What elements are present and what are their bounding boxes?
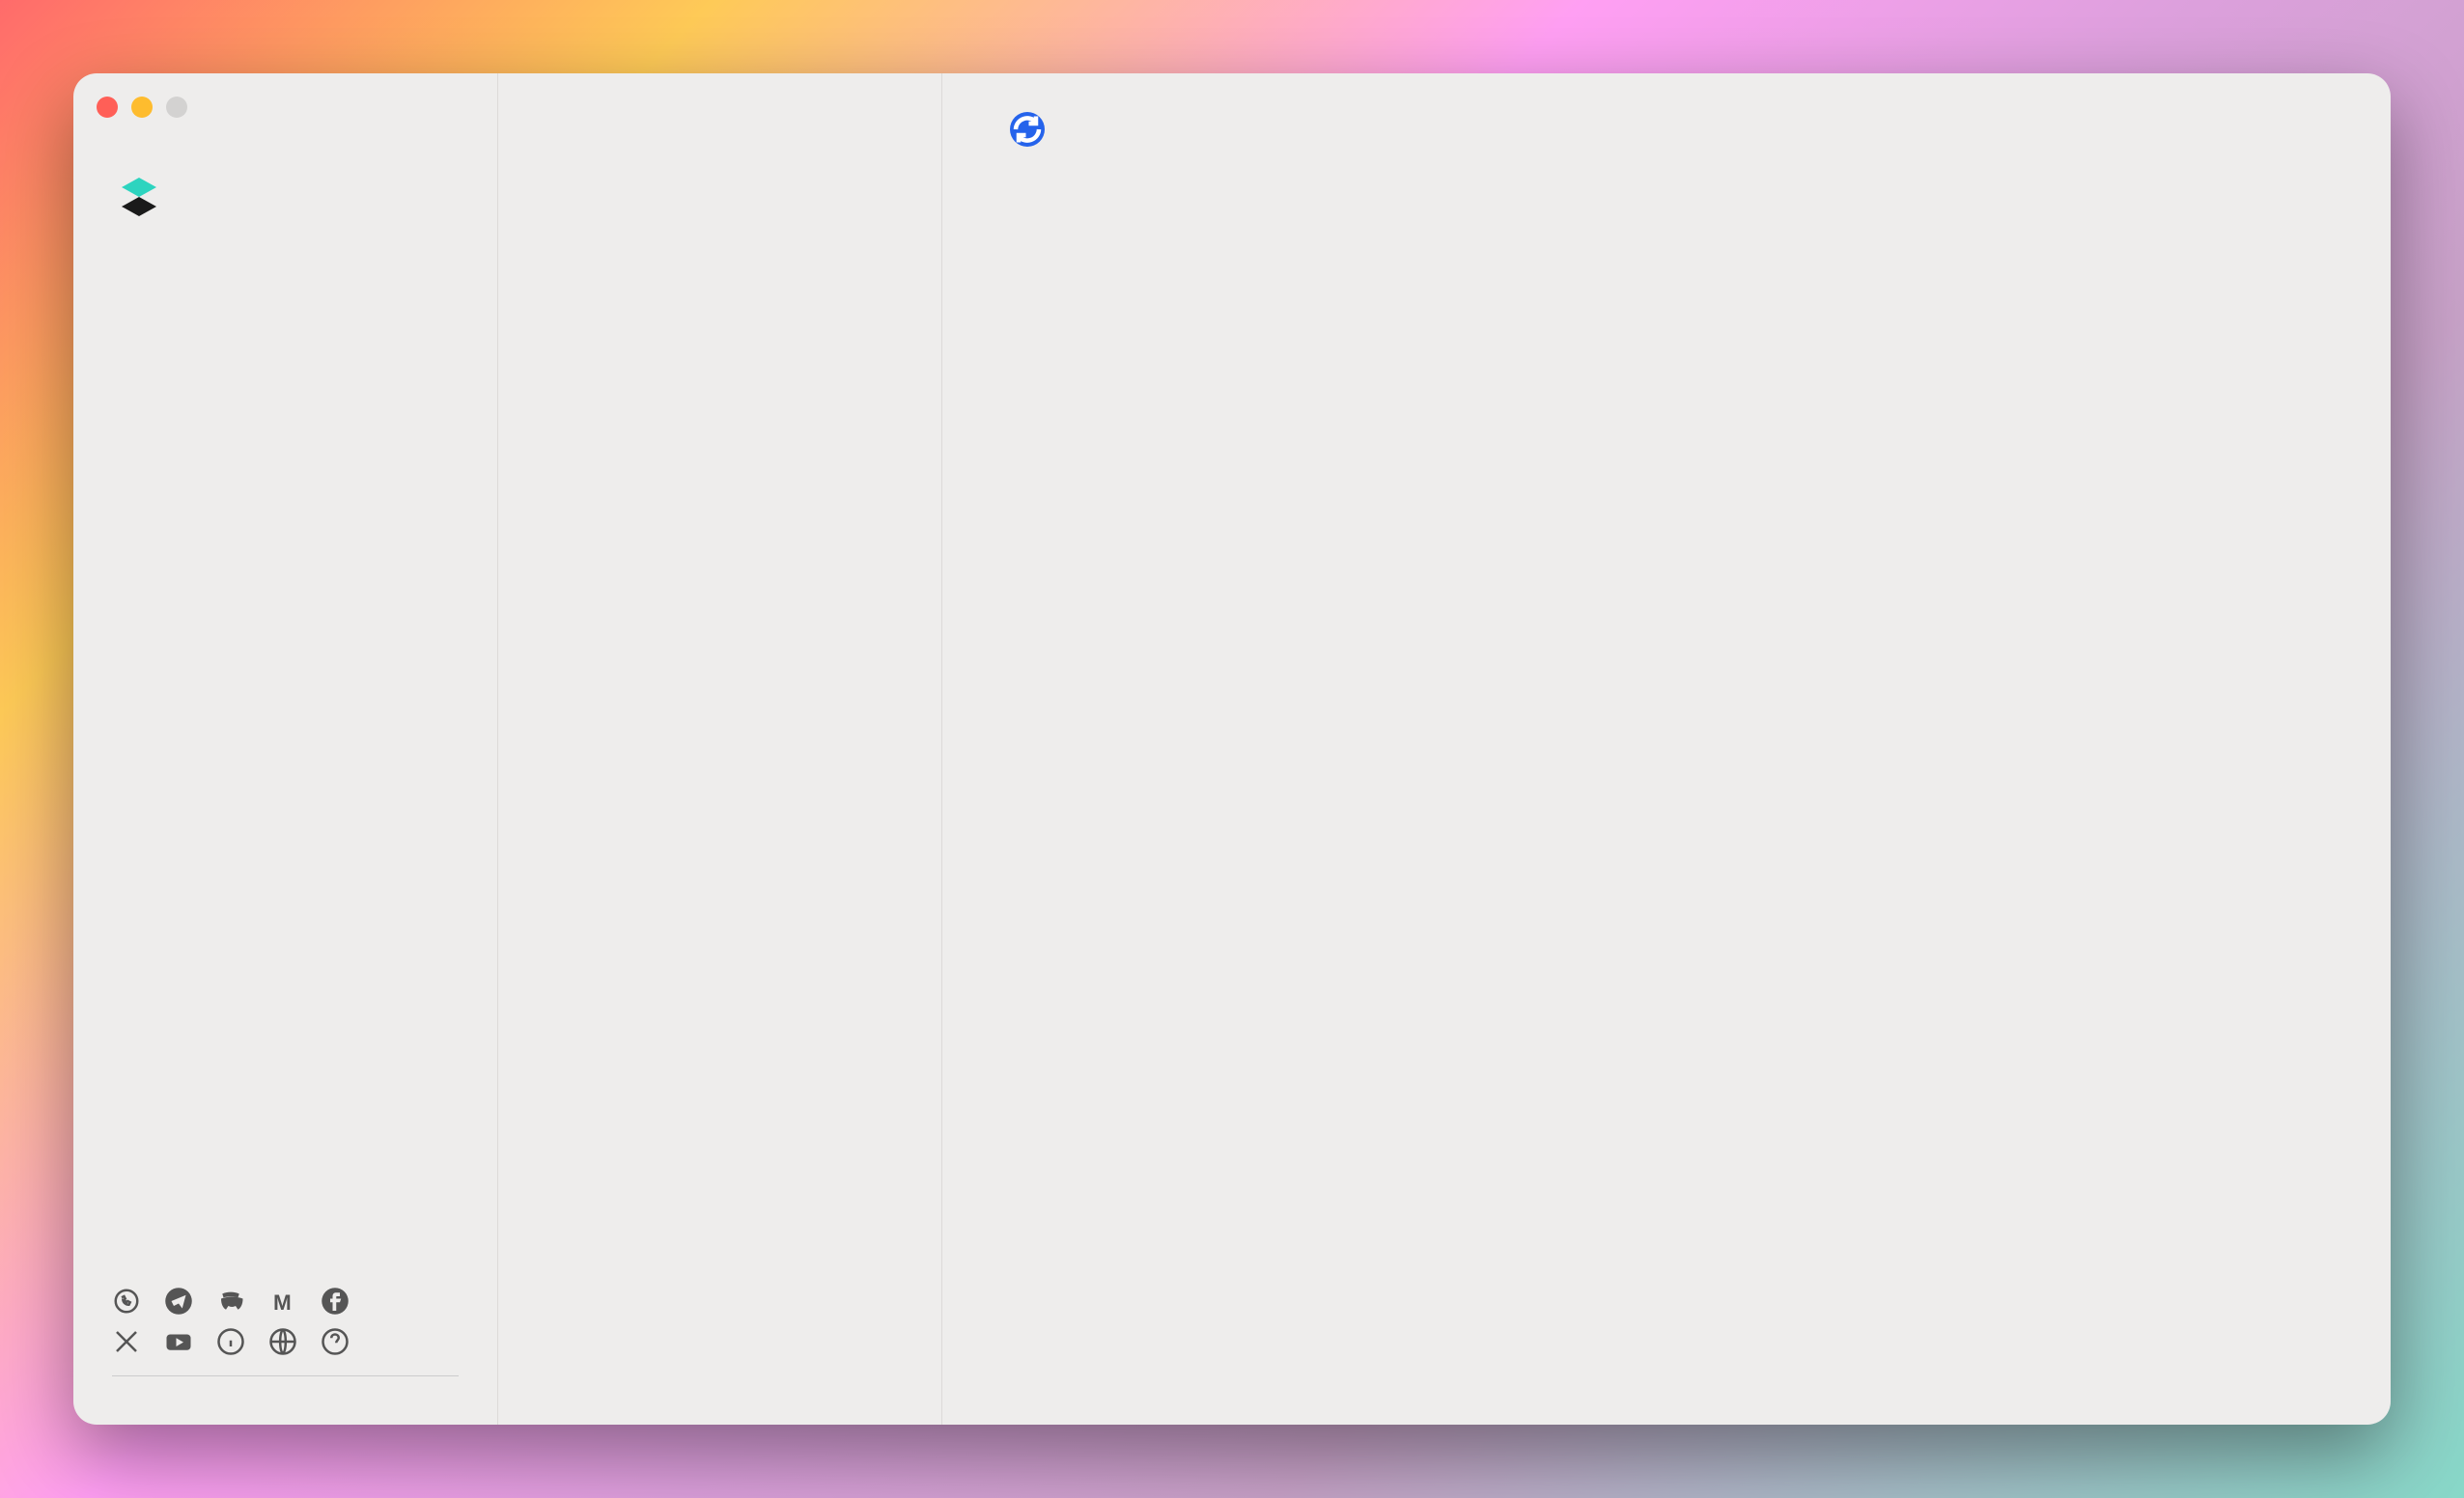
telegram-icon[interactable] xyxy=(164,1287,193,1316)
whatsapp-icon[interactable] xyxy=(112,1287,141,1316)
discord-icon[interactable] xyxy=(216,1287,245,1316)
refresh-button[interactable] xyxy=(1010,112,1045,147)
copyright xyxy=(73,1384,497,1425)
close-window-button[interactable] xyxy=(97,97,118,118)
table-header xyxy=(991,176,2342,199)
main-content xyxy=(942,73,2391,1425)
logo-icon xyxy=(112,170,166,224)
main-header xyxy=(991,112,2342,147)
web-icon[interactable] xyxy=(268,1327,297,1356)
window-controls xyxy=(97,97,187,118)
x-twitter-icon[interactable] xyxy=(112,1327,141,1356)
info-icon[interactable] xyxy=(216,1327,245,1356)
help-icon[interactable] xyxy=(321,1327,350,1356)
sidebar: M xyxy=(73,73,498,1425)
sub-navigation xyxy=(498,73,942,1425)
social-row-1: M xyxy=(73,1287,497,1327)
app-window: M xyxy=(73,73,2391,1425)
minimize-window-button[interactable] xyxy=(131,97,153,118)
facebook-icon[interactable] xyxy=(321,1287,350,1316)
logo xyxy=(73,141,497,263)
svg-text:M: M xyxy=(273,1290,292,1315)
divider xyxy=(112,1375,459,1376)
youtube-icon[interactable] xyxy=(164,1327,193,1356)
social-row-2 xyxy=(73,1327,497,1368)
medium-icon[interactable]: M xyxy=(268,1287,297,1316)
maximize-window-button[interactable] xyxy=(166,97,187,118)
sidebar-nav xyxy=(73,263,497,1287)
